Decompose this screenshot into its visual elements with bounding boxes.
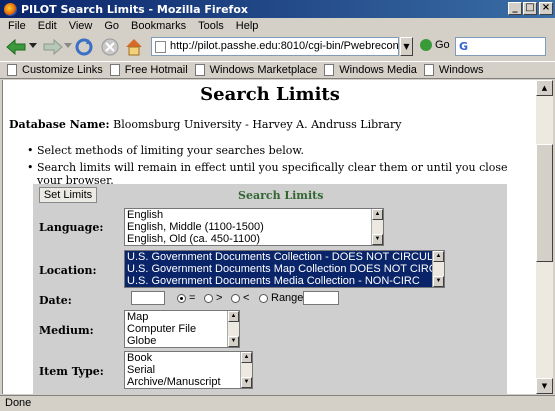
page-icon xyxy=(324,64,335,76)
location-select[interactable]: U.S. Government Documents Collection - D… xyxy=(124,250,445,288)
scrollbar[interactable]: ▲ ▼ xyxy=(227,311,239,347)
firefox-icon xyxy=(4,2,17,16)
close-button[interactable]: × xyxy=(539,2,553,15)
menu-bookmarks[interactable]: Bookmarks xyxy=(125,20,192,32)
reload-icon[interactable] xyxy=(74,37,94,57)
database-name: Database Name: Bloomsburg University - H… xyxy=(9,118,401,131)
list-item[interactable]: English, Old (ca. 450-1100) xyxy=(125,233,383,245)
menu-go[interactable]: Go xyxy=(98,20,125,32)
list-item[interactable]: U.S. Government Documents Map Collection… xyxy=(125,263,444,275)
list-item[interactable]: Book xyxy=(125,352,252,364)
database-name-label: Database Name: xyxy=(9,118,110,131)
scroll-up-icon[interactable]: ▲ xyxy=(228,311,239,322)
menu-view[interactable]: View xyxy=(63,20,99,32)
list-item[interactable]: U.S. Government Documents Media Collecti… xyxy=(125,275,444,287)
forward-arrow-icon[interactable] xyxy=(42,38,64,56)
scroll-down-icon[interactable]: ▼ xyxy=(228,336,239,347)
bookmark-item[interactable]: Windows Media xyxy=(324,64,417,76)
page-icon xyxy=(194,64,205,76)
go-icon xyxy=(420,39,432,51)
back-arrow-icon[interactable] xyxy=(5,38,27,56)
bookmark-item[interactable]: Customize Links xyxy=(7,64,103,76)
go-label: Go xyxy=(435,39,450,51)
database-name-value: Bloomsburg University - Harvey A. Andrus… xyxy=(113,118,402,131)
address-dropdown-button[interactable]: ▼ xyxy=(400,37,413,56)
menu-help[interactable]: Help xyxy=(230,20,265,32)
stop-icon[interactable] xyxy=(100,37,120,57)
scroll-up-icon[interactable]: ▲ xyxy=(433,251,444,262)
search-limits-panel: Set Limits Search Limits Language: Engli… xyxy=(33,184,507,394)
page-icon xyxy=(155,41,166,53)
language-label: Language: xyxy=(39,221,104,234)
window-title: PILOT Search Limits - Mozilla Firefox xyxy=(21,2,248,16)
list-item[interactable]: Computer File xyxy=(125,323,239,335)
scroll-down-icon[interactable]: ▼ xyxy=(433,276,444,287)
scrollbar-thumb[interactable] xyxy=(536,144,553,262)
list-item[interactable]: Archive/Manuscript xyxy=(125,376,252,388)
list-item[interactable]: Globe xyxy=(125,335,239,347)
minimize-button[interactable]: _ xyxy=(508,2,522,15)
medium-label: Medium: xyxy=(39,324,94,337)
status-bar: Done xyxy=(0,395,555,411)
search-input[interactable]: G xyxy=(455,37,546,56)
list-item[interactable]: English xyxy=(125,209,383,221)
scroll-down-icon[interactable]: ▼ xyxy=(241,377,252,388)
item-type-label: Item Type: xyxy=(39,365,104,378)
address-bar[interactable]: http://pilot.passhe.edu:8010/cgi-bin/Pwe… xyxy=(151,37,399,56)
scrollbar[interactable]: ▲ ▼ xyxy=(371,209,383,245)
address-bar-url: http://pilot.passhe.edu:8010/cgi-bin/Pwe… xyxy=(170,40,399,52)
page-content: Search Limits Database Name: Bloomsburg … xyxy=(2,80,536,394)
location-label: Location: xyxy=(39,264,97,277)
menu-file[interactable]: File xyxy=(2,20,32,32)
scroll-down-icon[interactable]: ▼ xyxy=(372,234,383,245)
menu-tools[interactable]: Tools xyxy=(192,20,230,32)
go-button[interactable]: Go xyxy=(420,39,450,51)
date-range-end-input[interactable] xyxy=(303,291,339,305)
list-item[interactable]: Map xyxy=(125,311,239,323)
scrollbar[interactable]: ▲ ▼ xyxy=(240,352,252,388)
medium-select[interactable]: Map Computer File Globe ▲ ▼ xyxy=(124,310,240,348)
maximize-button[interactable]: □ xyxy=(523,2,537,15)
google-icon: G xyxy=(459,40,469,53)
home-icon[interactable] xyxy=(124,37,144,57)
panel-title: Search Limits xyxy=(238,189,324,202)
language-select[interactable]: English English, Middle (1100-1500) Engl… xyxy=(124,208,384,246)
page-scrollbar[interactable]: ▲ ▼ xyxy=(536,80,553,394)
bookmark-item[interactable]: Windows xyxy=(423,64,484,76)
list-item: Select methods of limiting your searches… xyxy=(27,144,536,157)
radio-circle xyxy=(259,293,268,303)
list-item[interactable]: Serial xyxy=(125,364,252,376)
window-titlebar: PILOT Search Limits - Mozilla Firefox _ … xyxy=(0,0,555,18)
bookmark-item[interactable]: Free Hotmail xyxy=(109,64,188,76)
radio-circle xyxy=(231,293,240,303)
page-title: Search Limits xyxy=(200,84,340,105)
page-icon xyxy=(423,64,434,76)
radio-circle xyxy=(204,293,213,303)
date-equal-radio[interactable]: = xyxy=(177,292,195,304)
item-type-select[interactable]: Book Serial Archive/Manuscript ▲ ▼ xyxy=(124,351,253,389)
scroll-up-icon[interactable]: ▲ xyxy=(241,352,252,363)
list-item[interactable]: English, Middle (1100-1500) xyxy=(125,221,383,233)
date-label: Date: xyxy=(39,294,72,307)
bookmarks-toolbar: Customize Links Free Hotmail Windows Mar… xyxy=(0,61,555,79)
page-icon xyxy=(109,64,120,76)
scroll-up-icon[interactable]: ▲ xyxy=(536,80,553,96)
back-dropdown-icon[interactable] xyxy=(29,43,37,49)
menu-edit[interactable]: Edit xyxy=(32,20,63,32)
set-limits-button[interactable]: Set Limits xyxy=(39,187,97,203)
scroll-down-icon[interactable]: ▼ xyxy=(536,378,553,394)
scrollbar[interactable]: ▲ ▼ xyxy=(432,251,444,287)
scroll-up-icon[interactable]: ▲ xyxy=(372,209,383,220)
status-text: Done xyxy=(5,397,32,409)
date-range-radio[interactable]: Range xyxy=(259,292,303,304)
date-input[interactable] xyxy=(131,291,165,305)
forward-dropdown-icon[interactable] xyxy=(64,43,72,49)
bookmark-item[interactable]: Windows Marketplace xyxy=(194,64,317,76)
page-icon xyxy=(7,64,17,76)
list-item[interactable]: U.S. Government Documents Collection - D… xyxy=(125,251,444,263)
date-less-radio[interactable]: < xyxy=(231,292,249,304)
date-greater-radio[interactable]: > xyxy=(204,292,222,304)
radio-circle xyxy=(177,293,186,303)
menu-bar: File Edit View Go Bookmarks Tools Help xyxy=(0,18,555,34)
